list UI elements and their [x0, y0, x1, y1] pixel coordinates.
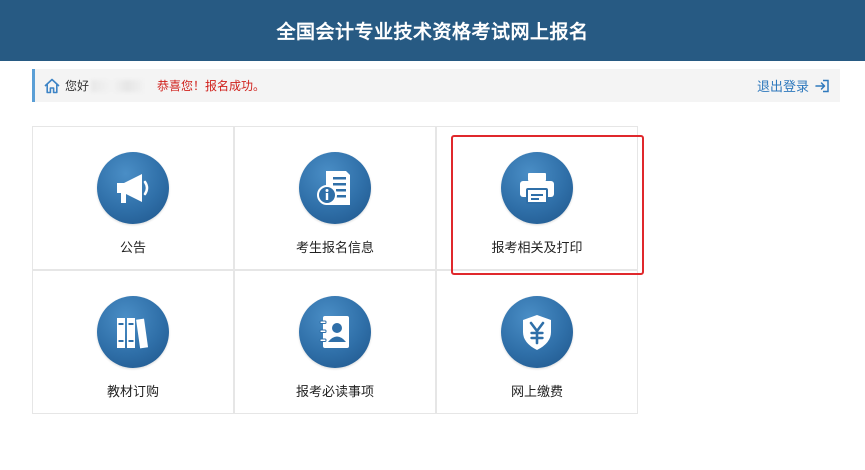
greeting-text: 您好: [65, 79, 90, 93]
contact-book-icon: [319, 316, 349, 348]
tile-label: 教材订购: [106, 385, 159, 400]
tile-label: 报考相关及打印: [491, 241, 583, 256]
tile-exam-notes[interactable]: 报考必读事项: [234, 270, 436, 414]
books-icon: [117, 318, 149, 349]
tile-icon-badge: [299, 296, 371, 368]
tile-icon-badge: [97, 152, 169, 224]
home-icon[interactable]: [43, 77, 61, 95]
tile-label: 网上缴费: [510, 385, 563, 400]
status-bar: 您好 恭喜您！报名成功。 退出登录: [32, 69, 840, 102]
tile-label: 公告: [119, 241, 146, 256]
tile-online-payment[interactable]: 网上缴费: [436, 270, 638, 414]
logout-button[interactable]: 退出登录: [757, 69, 830, 102]
tile-icon-badge: [501, 152, 573, 224]
tile-label: 考生报名信息: [295, 241, 374, 256]
logout-label: 退出登录: [756, 80, 809, 95]
page-title: 全国会计专业技术资格考试网上报名: [276, 21, 589, 43]
tile-icon-badge: [97, 296, 169, 368]
yen-shield-icon: [523, 315, 551, 350]
success-message: 恭喜您！报名成功。: [157, 79, 266, 93]
username-redacted: [91, 79, 144, 92]
info-document-icon: [317, 171, 350, 205]
tile-label: 报考必读事项: [295, 385, 374, 400]
tile-candidate-info[interactable]: 考生报名信息: [234, 126, 436, 270]
tile-icon-badge: [299, 152, 371, 224]
tile-textbook-order[interactable]: 教材订购: [32, 270, 234, 414]
function-grid: 公告 考生报名信息 报考相关及打印 教材订购 报考必读事项 网上缴费: [32, 126, 639, 415]
megaphone-icon: [117, 174, 149, 203]
page-header: 全国会计专业技术资格考试网上报名: [0, 0, 865, 61]
logout-icon: [815, 79, 829, 92]
tile-exam-print[interactable]: 报考相关及打印: [436, 126, 638, 270]
tile-announcement[interactable]: 公告: [32, 126, 234, 270]
printer-icon: [520, 173, 554, 204]
tile-icon-badge: [501, 296, 573, 368]
